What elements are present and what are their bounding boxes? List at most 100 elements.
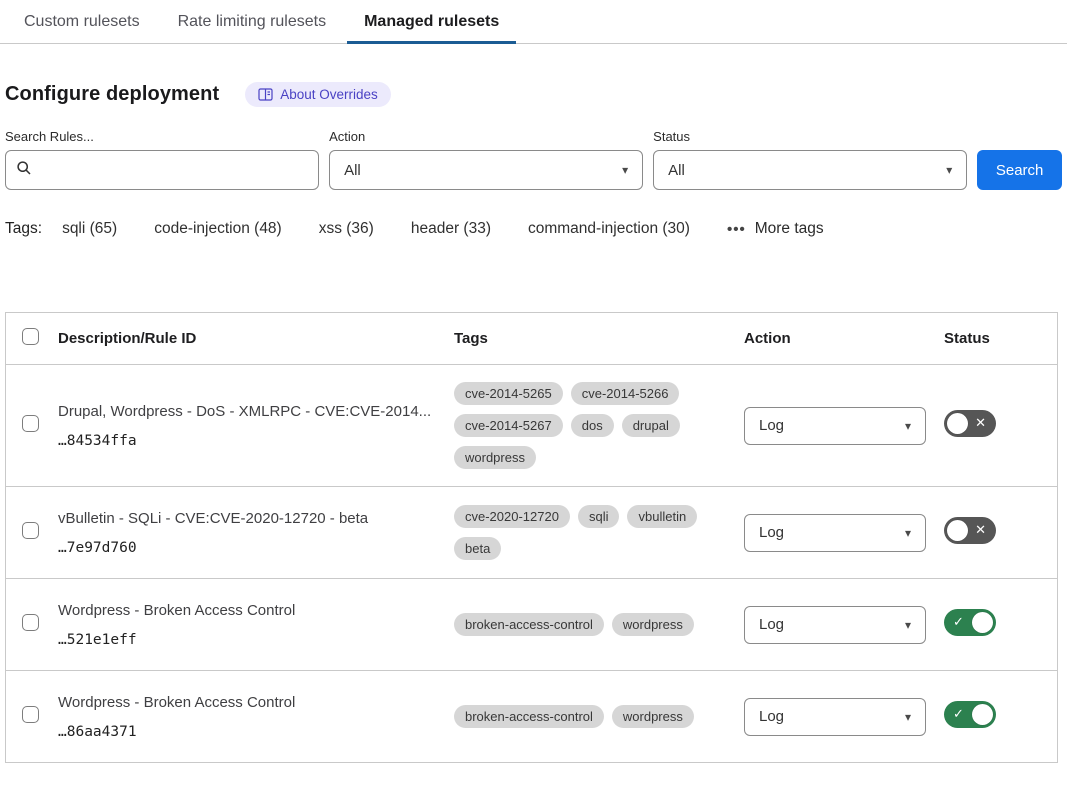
action-select[interactable]: Log ▾ — [744, 514, 926, 552]
action-filter-label: Action — [329, 129, 643, 144]
chevron-down-icon: ▾ — [622, 164, 628, 176]
rule-description: Wordpress - Broken Access Control — [58, 694, 442, 711]
tag-pill: sqli — [578, 505, 620, 528]
toggle-state-icon: ✕ — [975, 416, 986, 429]
rule-action-cell: Log ▾ — [744, 514, 944, 552]
status-toggle[interactable]: ✕ — [944, 517, 996, 544]
rule-tags-cell: broken-access-controlwordpress — [454, 705, 744, 728]
tag-pill: cve-2014-5265 — [454, 382, 563, 405]
chevron-down-icon: ▾ — [946, 164, 952, 176]
tag-link[interactable]: code-injection (48) — [154, 220, 282, 238]
filter-bar: Search Rules... Action All ▾ Status All — [5, 129, 1062, 190]
more-tags-label: More tags — [755, 220, 824, 238]
action-select-value: Log — [759, 708, 784, 725]
status-filter-select[interactable]: All ▾ — [653, 150, 967, 190]
header-checkbox-cell — [22, 328, 58, 349]
row-checkbox[interactable] — [22, 706, 39, 723]
rule-description: vBulletin - SQLi - CVE:CVE-2020-12720 - … — [58, 510, 442, 527]
row-checkbox[interactable] — [22, 522, 39, 539]
tag-pill: cve-2020-12720 — [454, 505, 570, 528]
search-rules-field: Search Rules... — [5, 129, 319, 190]
page-title: Configure deployment — [5, 83, 219, 106]
about-overrides-label: About Overrides — [280, 87, 378, 102]
rule-description-cell: Wordpress - Broken Access Control …86aa4… — [58, 694, 454, 740]
table-row: Wordpress - Broken Access Control …521e1… — [6, 579, 1057, 671]
action-filter-select[interactable]: All ▾ — [329, 150, 643, 190]
row-checkbox[interactable] — [22, 614, 39, 631]
tag-link[interactable]: xss (36) — [319, 220, 374, 238]
rule-action-cell: Log ▾ — [744, 698, 944, 736]
tag-pill: cve-2014-5266 — [571, 382, 680, 405]
rule-action-cell: Log ▾ — [744, 407, 944, 445]
chevron-down-icon: ▾ — [905, 711, 911, 723]
tab-rate-limiting-rulesets[interactable]: Rate limiting rulesets — [161, 0, 344, 43]
row-checkbox-cell — [22, 522, 58, 544]
status-toggle[interactable]: ✓ — [944, 701, 996, 728]
about-overrides-badge[interactable]: About Overrides — [245, 82, 391, 107]
row-checkbox-cell — [22, 415, 58, 437]
rule-id: …86aa4371 — [58, 724, 442, 740]
rule-description-cell: Drupal, Wordpress - DoS - XMLRPC - CVE:C… — [58, 403, 454, 449]
status-filter-field: Status All ▾ — [653, 129, 967, 190]
tab-custom-rulesets[interactable]: Custom rulesets — [7, 0, 157, 43]
table-row: vBulletin - SQLi - CVE:CVE-2020-12720 - … — [6, 487, 1057, 579]
rule-description-cell: Wordpress - Broken Access Control …521e1… — [58, 602, 454, 648]
rule-action-cell: Log ▾ — [744, 606, 944, 644]
status-filter-label: Status — [653, 129, 967, 144]
row-checkbox[interactable] — [22, 415, 39, 432]
table-header-row: Description/Rule ID Tags Action Status — [6, 313, 1057, 365]
more-tags-button[interactable]: ••• More tags — [727, 220, 824, 238]
tag-link[interactable]: sqli (65) — [62, 220, 117, 238]
search-icon — [16, 160, 32, 181]
select-all-checkbox[interactable] — [22, 328, 39, 345]
chevron-down-icon: ▾ — [905, 527, 911, 539]
action-select-value: Log — [759, 417, 784, 434]
rule-tags-cell: cve-2014-5265cve-2014-5266cve-2014-5267d… — [454, 382, 744, 469]
toggle-knob — [947, 520, 968, 541]
col-status: Status — [944, 330, 1057, 347]
main-content: Configure deployment About Overrides Sea… — [0, 82, 1067, 763]
rule-tags-cell: broken-access-controlwordpress — [454, 613, 744, 636]
rule-status-cell: ✓ — [944, 701, 1057, 733]
action-filter-value: All — [344, 162, 361, 179]
tag-pill: beta — [454, 537, 501, 560]
toggle-knob — [947, 413, 968, 434]
tags-bar: Tags: sqli (65) code-injection (48) xss (3… — [5, 220, 1062, 238]
rule-description-cell: vBulletin - SQLi - CVE:CVE-2020-12720 - … — [58, 510, 454, 556]
search-rules-label: Search Rules... — [5, 129, 319, 144]
toggle-knob — [972, 612, 993, 633]
row-checkbox-cell — [22, 614, 58, 636]
table-row: Drupal, Wordpress - DoS - XMLRPC - CVE:C… — [6, 365, 1057, 487]
status-toggle[interactable]: ✕ — [944, 410, 996, 437]
search-input-wrap[interactable] — [5, 150, 319, 190]
action-select[interactable]: Log ▾ — [744, 698, 926, 736]
toggle-knob — [972, 704, 993, 725]
col-description: Description/Rule ID — [58, 330, 454, 347]
tag-pill: wordpress — [612, 705, 694, 728]
tag-link[interactable]: header (33) — [411, 220, 491, 238]
tag-pill: vbulletin — [627, 505, 697, 528]
ruleset-tab-bar: Custom rulesetsRate limiting rulesetsMan… — [0, 0, 1067, 44]
tab-managed-rulesets[interactable]: Managed rulesets — [347, 0, 516, 43]
col-tags: Tags — [454, 330, 744, 347]
toggle-state-icon: ✕ — [975, 523, 986, 536]
tag-pill: wordpress — [612, 613, 694, 636]
search-rules-input[interactable] — [40, 162, 308, 179]
action-select[interactable]: Log ▾ — [744, 407, 926, 445]
table-row: Wordpress - Broken Access Control …86aa4… — [6, 671, 1057, 763]
tag-pill: cve-2014-5267 — [454, 414, 563, 437]
rule-description: Drupal, Wordpress - DoS - XMLRPC - CVE:C… — [58, 403, 442, 420]
row-checkbox-cell — [22, 706, 58, 728]
rule-description: Wordpress - Broken Access Control — [58, 602, 442, 619]
tags-bar-label: Tags: — [5, 220, 42, 238]
action-select[interactable]: Log ▾ — [744, 606, 926, 644]
search-button[interactable]: Search — [977, 150, 1062, 190]
rule-id: …521e1eff — [58, 632, 442, 648]
action-select-value: Log — [759, 524, 784, 541]
heading-row: Configure deployment About Overrides — [5, 82, 1062, 107]
col-action: Action — [744, 330, 944, 347]
toggle-state-icon: ✓ — [953, 707, 964, 720]
status-toggle[interactable]: ✓ — [944, 609, 996, 636]
status-filter-value: All — [668, 162, 685, 179]
tag-link[interactable]: command-injection (30) — [528, 220, 690, 238]
